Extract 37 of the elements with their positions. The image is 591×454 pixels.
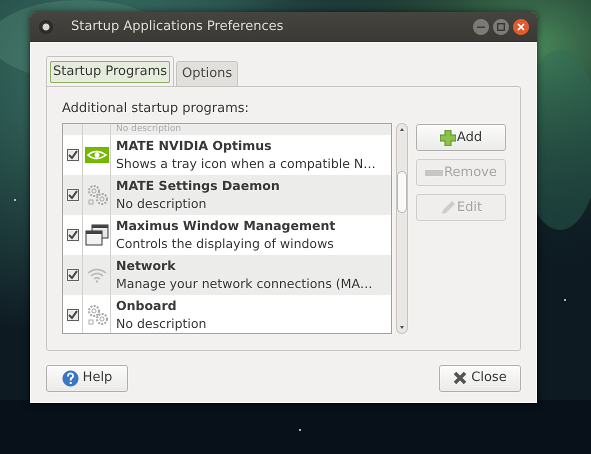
list-label: Additional startup programs:: [62, 100, 250, 118]
minus-icon: [425, 170, 444, 176]
plus-icon: [440, 130, 456, 146]
program-description: No description: [115, 124, 182, 135]
wifi-icon: [86, 267, 108, 283]
close-button[interactable]: [513, 19, 529, 35]
program-description: No description: [116, 195, 208, 213]
close-icon: [453, 371, 468, 385]
pencil-icon: [440, 200, 456, 216]
program-name: MATE NVIDIA Optimus: [116, 137, 273, 155]
scrollbar[interactable]: [396, 123, 408, 334]
minimize-button[interactable]: [473, 19, 489, 35]
program-name: Onboard: [116, 297, 178, 315]
close-icon: [517, 23, 525, 31]
program-name: Maximus Window Management: [116, 217, 336, 235]
checkbox[interactable]: [66, 149, 78, 161]
program-description: No description: [116, 315, 206, 333]
maximize-icon: [497, 23, 505, 31]
help-button[interactable]: Help: [46, 364, 128, 392]
program-description: Shows a tray icon when a compatible N…: [116, 155, 376, 173]
program-description: Manage your network connections (MA…: [116, 275, 373, 293]
checkbox[interactable]: [66, 269, 78, 281]
program-description: Controls the displaying of windows: [116, 235, 335, 253]
checkbox[interactable]: [66, 189, 78, 201]
app-icon: [38, 19, 54, 35]
program-name: MATE Settings Daemon: [116, 177, 280, 195]
tab[interactable]: Startup Programs: [46, 56, 174, 86]
checkbox[interactable]: [66, 229, 78, 241]
tab[interactable]: Options: [176, 61, 238, 86]
close-button[interactable]: Close: [439, 364, 521, 392]
program-name: Network: [116, 257, 177, 275]
windows-icon: [84, 224, 108, 246]
window-title: Startup Applications Preferences: [71, 18, 284, 36]
side-button[interactable]: Add: [416, 124, 506, 151]
help-icon: [62, 370, 79, 386]
checkbox[interactable]: [66, 309, 78, 321]
eye-logo-icon: [84, 147, 108, 163]
